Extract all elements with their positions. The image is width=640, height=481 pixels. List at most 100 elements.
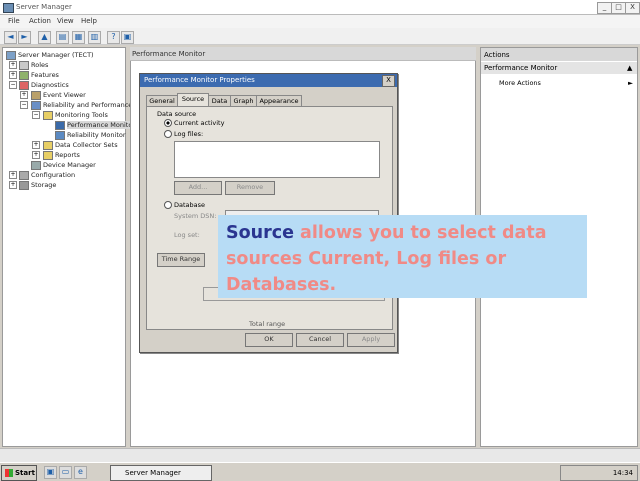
tree-item-features[interactable]: Features [31, 71, 59, 79]
tree-item-event-viewer[interactable]: Event Viewer [43, 91, 86, 99]
actions-section[interactable]: Performance Monitor ▲ [481, 62, 637, 74]
maximize-button[interactable]: □ [611, 2, 626, 14]
expand-icon[interactable]: + [9, 71, 17, 79]
menu-file[interactable]: File [8, 17, 20, 25]
submenu-arrow-icon: ► [628, 79, 633, 87]
tree-item-performance-monitor[interactable]: Performance Monitor [67, 121, 135, 129]
remove-button[interactable]: Remove [225, 181, 275, 195]
callout-text: Source allows you to select data sources… [226, 220, 581, 298]
log-files-radio[interactable] [164, 130, 172, 138]
folder-icon [43, 111, 53, 120]
main-pane-header: Performance Monitor [130, 47, 476, 61]
forward-icon[interactable]: ► [18, 31, 31, 44]
event-viewer-icon [31, 91, 41, 100]
up-icon[interactable]: ▲ [38, 31, 51, 44]
taskbar-server-manager[interactable]: Server Manager [110, 465, 212, 481]
toolbar: ◄ ► ▲ ▤ ▦ ▥ ? ▣ [0, 28, 640, 45]
configuration-icon [19, 171, 29, 180]
folder-icon [43, 141, 53, 150]
apply-button[interactable]: Apply [347, 333, 395, 347]
ie-icon[interactable]: e [74, 466, 87, 479]
reliability-icon [31, 101, 41, 110]
expand-icon[interactable]: + [9, 171, 17, 179]
performance-monitor-icon [55, 121, 65, 130]
minimize-button[interactable]: _ [597, 2, 612, 14]
expand-icon[interactable]: + [20, 91, 28, 99]
properties-dialog: Performance Monitor Properties X General… [139, 73, 398, 353]
actions-header: Actions [481, 48, 637, 61]
close-button[interactable]: X [625, 2, 640, 14]
tree-item-roles[interactable]: Roles [31, 61, 48, 69]
total-range-label: Total range [249, 320, 286, 328]
expand-icon[interactable]: + [9, 61, 17, 69]
storage-icon [19, 181, 29, 190]
desktop-icon[interactable]: ▭ [59, 466, 72, 479]
collapse-arrow-icon[interactable]: ▲ [627, 64, 632, 72]
log-files-label: Log files: [174, 130, 204, 138]
dialog-title: Performance Monitor Properties [144, 76, 255, 84]
actions-title: Actions [484, 51, 510, 59]
roles-icon [19, 61, 29, 70]
action-more-actions[interactable]: More Actions [499, 79, 541, 87]
expand-icon[interactable]: + [32, 141, 40, 149]
data-source-group-label: Data source [157, 110, 197, 118]
time-range-button[interactable]: Time Range [157, 253, 205, 267]
main-pane-title: Performance Monitor [132, 50, 206, 58]
tree-item-reliability-performance[interactable]: Reliability and Performance [43, 101, 132, 109]
actions-section-label: Performance Monitor [484, 64, 558, 72]
tutorial-callout: Source allows you to select data sources… [218, 215, 587, 298]
dialog-title-bar: Performance Monitor Properties X [140, 74, 397, 87]
taskbar-server-manager-label: Server Manager [125, 469, 181, 477]
status-bar [0, 448, 640, 462]
tree-item-data-collector-sets[interactable]: Data Collector Sets [55, 141, 118, 149]
tree-item-reports[interactable]: Reports [55, 151, 80, 159]
window-title-bar: Server Manager _ □ X [0, 0, 640, 15]
ok-button[interactable]: OK [245, 333, 293, 347]
collapse-icon[interactable]: − [32, 111, 40, 119]
tree-item-configuration[interactable]: Configuration [31, 171, 75, 179]
menu-action[interactable]: Action [29, 17, 51, 25]
log-files-list[interactable] [174, 141, 380, 178]
add-button[interactable]: Add... [174, 181, 222, 195]
system-dsn-label: System DSN: [174, 212, 217, 220]
help-icon[interactable]: ? [107, 31, 120, 44]
current-activity-label: Current activity [174, 119, 225, 127]
folder-icon [43, 151, 53, 160]
menu-view[interactable]: View [57, 17, 74, 25]
tree-item-server-manager[interactable]: Server Manager (TECT) [18, 51, 94, 59]
log-set-label: Log set: [174, 231, 200, 239]
diagnostics-icon [19, 81, 29, 90]
reliability-monitor-icon [55, 131, 65, 140]
server-icon [6, 51, 16, 60]
current-activity-radio[interactable] [164, 119, 172, 127]
print-icon[interactable]: ▦ [72, 31, 85, 44]
properties-icon[interactable]: ▤ [56, 31, 69, 44]
refresh-icon[interactable]: ▣ [121, 31, 134, 44]
taskbar: Start ▣ ▭ e Server Manager 14:34 [0, 462, 640, 481]
dialog-close-button[interactable]: X [382, 75, 395, 87]
device-manager-icon [31, 161, 41, 170]
export-icon[interactable]: ▥ [88, 31, 101, 44]
server-manager-icon [3, 3, 14, 13]
expand-icon[interactable]: + [9, 181, 17, 189]
start-button[interactable]: Start [1, 465, 37, 481]
window-title: Server Manager [16, 3, 72, 11]
back-icon[interactable]: ◄ [4, 31, 17, 44]
database-radio[interactable] [164, 201, 172, 209]
database-label: Database [174, 201, 206, 209]
explorer-icon[interactable]: ▣ [44, 466, 57, 479]
tree-item-monitoring-tools[interactable]: Monitoring Tools [55, 111, 108, 119]
callout-keyword: Source [226, 223, 294, 243]
cancel-button[interactable]: Cancel [296, 333, 344, 347]
collapse-icon[interactable]: − [9, 81, 17, 89]
tree-item-reliability-monitor[interactable]: Reliability Monitor [67, 131, 126, 139]
navigation-tree: Server Manager (TECT) + Roles + Features… [2, 47, 135, 447]
collapse-icon[interactable]: − [20, 101, 28, 109]
clock[interactable]: 14:34 [613, 469, 633, 477]
menu-help[interactable]: Help [81, 17, 97, 25]
tree-item-diagnostics[interactable]: Diagnostics [31, 81, 69, 89]
windows-logo-icon [5, 469, 13, 477]
tree-item-device-manager[interactable]: Device Manager [43, 161, 96, 169]
tree-item-storage[interactable]: Storage [31, 181, 56, 189]
expand-icon[interactable]: + [32, 151, 40, 159]
